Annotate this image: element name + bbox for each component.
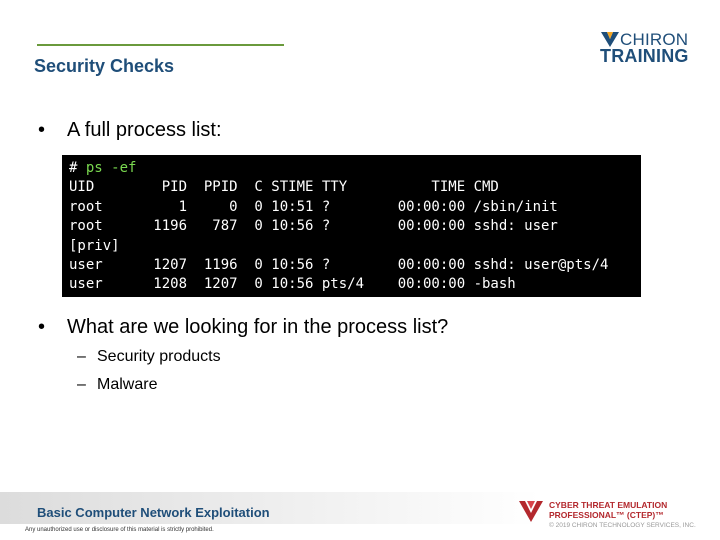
sub-bullet-marker: – (77, 376, 86, 393)
bullet-text: A full process list: (67, 119, 222, 141)
terminal-line: user 1208 1207 0 10:56 pts/4 00:00:00 -b… (69, 276, 516, 293)
terminal-prompt: # (69, 160, 86, 176)
terminal-line: root 1 0 0 10:51 ? 00:00:00 /sbin/init (69, 198, 558, 215)
ctep-title-line1: CYBER THREAT EMULATION (549, 500, 668, 510)
footer-course-title: Basic Computer Network Exploitation (37, 505, 270, 520)
copyright-notice: © 2019 CHIRON TECHNOLOGY SERVICES, INC. (549, 522, 696, 529)
terminal-line: root 1196 787 0 10:56 ? 00:00:00 sshd: u… (69, 218, 558, 235)
logo-text-training: TRAINING (600, 46, 689, 66)
terminal-line: [priv] (69, 237, 120, 254)
bullet-marker: • (38, 316, 46, 338)
title-rule (37, 44, 284, 46)
slide: Security Checks CHIRON TRAINING • A full… (0, 0, 720, 540)
ctep-title: CYBER THREAT EMULATION PROFESSIONAL™ (CT… (549, 500, 667, 520)
bullet-text: What are we looking for in the process l… (67, 316, 449, 338)
slide-title: Security Checks (34, 56, 175, 76)
footer-disclaimer: Any unauthorized use or disclosure of th… (25, 527, 214, 533)
sub-bullet-marker: – (77, 348, 86, 365)
terminal-output: # ps -ef UID PID PPID C STIME TTY TIME C… (62, 155, 641, 297)
ctep-shield-icon (519, 501, 543, 522)
chiron-logo: CHIRON TRAINING (600, 30, 692, 68)
ctep-title-line2: PROFESSIONAL™ (CTEP)™ (549, 510, 664, 520)
terminal-command: ps -ef (85, 160, 137, 176)
sub-bullet-text: Malware (97, 376, 158, 393)
sub-bullet-text: Security products (97, 348, 221, 365)
bullet-marker: • (38, 119, 46, 141)
terminal-command-line: # ps -ef (69, 159, 641, 178)
terminal-line: user 1207 1196 0 10:56 ? 00:00:00 sshd: … (69, 256, 609, 273)
terminal-line: UID PID PPID C STIME TTY TIME CMD (69, 179, 499, 196)
